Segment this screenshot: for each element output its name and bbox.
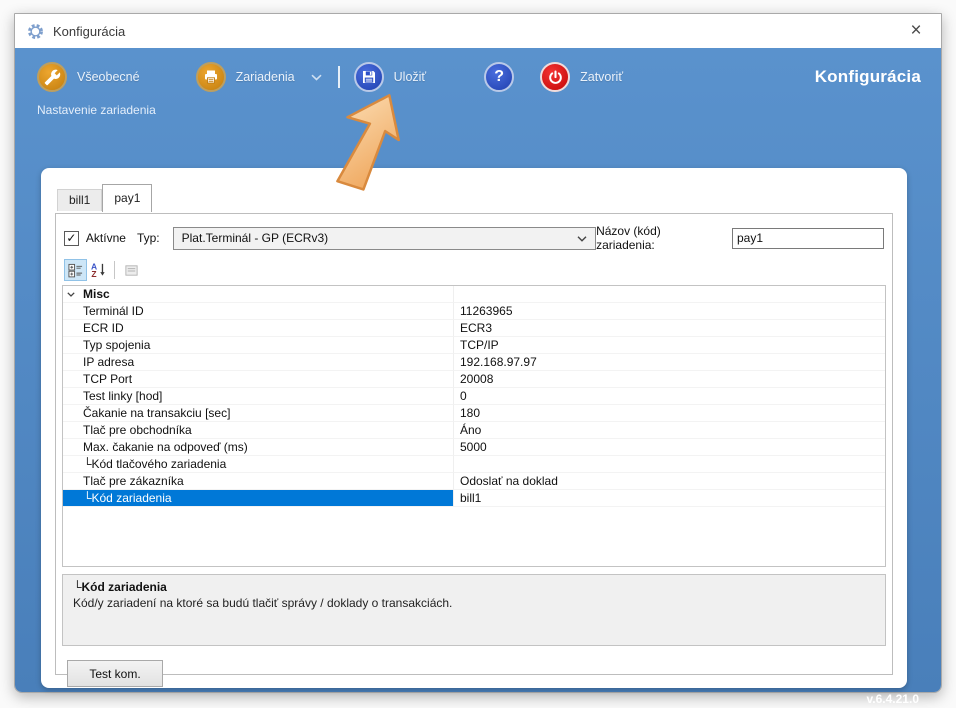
floppy-icon [354,62,384,92]
save-label: Uložiť [394,70,426,84]
device-form-row: ✓ Aktívne Typ: Plat.Terminál - GP (ECRv3… [64,224,884,252]
pg-value: bill1 [453,490,885,507]
description-text: Kód/y zariadení na ktoré sa budú tlačiť … [73,596,875,610]
pg-value [453,456,885,473]
pg-row[interactable]: ECR ID ECR3 [63,320,885,337]
save-button[interactable]: Uložiť [354,62,426,92]
test-communication-button[interactable]: Test kom. [67,660,163,687]
close-icon[interactable]: × [901,16,931,46]
pg-row[interactable]: Čakanie na transakciu [sec] 180 [63,405,885,422]
pg-value: Odoslať na doklad [453,473,885,490]
wrench-icon [37,62,67,92]
pg-row[interactable]: Tlač pre zákazníka Odoslať na doklad [63,473,885,490]
chevron-down-icon [577,231,587,245]
property-grid-toolbar: A Z [64,258,886,282]
property-pages-icon [124,263,139,278]
categorized-button[interactable] [64,259,87,281]
pg-value: ECR3 [453,320,885,337]
content-panel: bill1 pay1 ✓ Aktívne Typ: Plat.Terminál … [41,168,907,688]
strip-separator [114,261,115,279]
type-label: Typ: [137,231,160,245]
pg-row[interactable]: Test linky [hod] 0 [63,388,885,405]
category-label: Misc [79,286,453,302]
tab-page: ✓ Aktívne Typ: Plat.Terminál - GP (ECRv3… [55,213,893,675]
close-app-label: Zatvoriť [580,70,623,84]
printer-icon [196,62,226,92]
pg-name: IP adresa [79,354,453,370]
window-body: Všeobecné Zariadenia [15,48,941,692]
property-pages-button [120,259,143,281]
pg-value: 11263965 [453,303,885,320]
category-value [453,286,885,303]
pg-value: 180 [453,405,885,422]
app-window: Konfigurácia × Všeobecné [14,13,942,693]
pg-name: Tlač pre obchodníka [79,422,453,438]
pg-row[interactable]: Max. čakanie na odpoveď (ms) 5000 [63,439,885,456]
pg-row[interactable]: TCP Port 20008 [63,371,885,388]
pg-name: Typ spojenia [79,337,453,353]
svg-text:Z: Z [91,269,96,278]
alphabetical-sort-button[interactable]: A Z [87,259,110,281]
description-title: └Kód zariadenia [73,580,875,594]
pg-row[interactable]: Typ spojenia TCP/IP [63,337,885,354]
pg-name: └Kód tlačového zariadenia [79,456,453,472]
pg-row[interactable]: IP adresa 192.168.97.97 [63,354,885,371]
brand-title: Konfigurácia [815,67,921,87]
pg-name: Terminál ID [79,303,453,319]
device-type-select[interactable]: Plat.Terminál - GP (ECRv3) [173,227,596,250]
window-title: Konfigurácia [53,24,125,39]
pg-name: Max. čakanie na odpoveď (ms) [79,439,453,455]
question-icon: ? [484,62,514,92]
pg-row[interactable]: └Kód tlačového zariadenia [63,456,885,473]
pg-value: 192.168.97.97 [453,354,885,371]
property-grid-rows: Terminál ID 11263965 ECR ID ECR3 Typ spo… [63,303,885,507]
pg-name: TCP Port [79,371,453,387]
general-button[interactable]: Všeobecné [37,62,140,92]
pg-name: └Kód zariadenia [79,490,453,506]
categorized-icon [68,263,83,278]
tab-strip: bill1 pay1 [57,184,152,211]
tab-pay1[interactable]: pay1 [102,184,152,212]
devices-dropdown-icon[interactable] [311,74,322,81]
version-label: v.6.4.21.0 [867,692,920,706]
active-label: Aktívne [86,231,126,245]
power-icon [540,62,570,92]
pg-name: Čakanie na transakciu [sec] [79,405,453,421]
gear-icon [27,22,45,40]
pg-name: Tlač pre zákazníka [79,473,453,489]
general-label: Všeobecné [77,70,140,84]
button-row: Test kom. [62,660,886,687]
pg-row[interactable]: Tlač pre obchodníka Áno [63,422,885,439]
devices-button[interactable]: Zariadenia [196,62,295,92]
title-bar: Konfigurácia × [15,14,941,48]
device-name-input[interactable] [732,228,884,249]
description-panel: └Kód zariadenia Kód/y zariadení na ktoré… [62,574,886,646]
pg-value: Áno [453,422,885,439]
pg-name: Test linky [hod] [79,388,453,404]
toolbar-separator [338,66,340,88]
pg-row[interactable]: Terminál ID 11263965 [63,303,885,320]
pg-name: ECR ID [79,320,453,336]
tab-bill1[interactable]: bill1 [57,189,102,211]
az-sort-icon: A Z [90,262,107,278]
close-app-button[interactable]: Zatvoriť [540,62,623,92]
property-grid: Misc Terminál ID 11263965 ECR ID ECR3 Ty… [62,285,886,567]
help-button[interactable]: ? [484,62,514,92]
toolbar: Všeobecné Zariadenia [15,48,941,93]
section-subtitle: Nastavenie zariadenia [37,103,941,117]
pg-value: 0 [453,388,885,405]
device-name-label: Názov (kód) zariadenia: [596,224,722,252]
pg-value: 5000 [453,439,885,456]
pg-value: TCP/IP [453,337,885,354]
devices-label: Zariadenia [236,70,295,84]
active-checkbox[interactable]: ✓ [64,231,79,246]
device-type-value: Plat.Terminál - GP (ECRv3) [182,231,577,245]
category-chevron-icon[interactable] [63,286,79,302]
category-row[interactable]: Misc [63,286,885,303]
pg-row[interactable]: └Kód zariadenia bill1 [63,490,885,507]
pg-value: 20008 [453,371,885,388]
